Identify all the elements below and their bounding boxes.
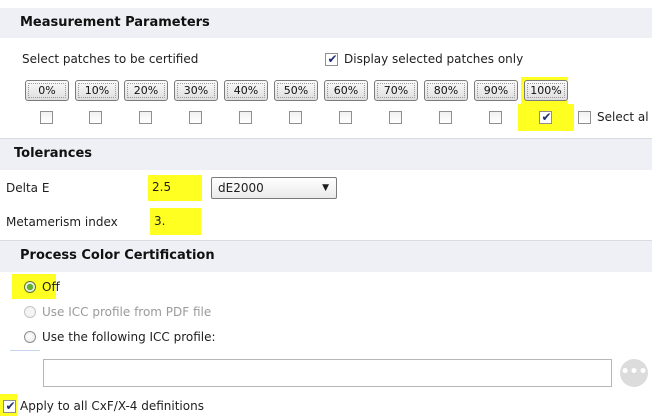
apply-all-checkbox[interactable]: ✔	[3, 399, 16, 413]
delta-e-method-value: dE2000	[218, 181, 264, 195]
icc-profile-path-input[interactable]	[43, 359, 612, 387]
patch-button-100[interactable]: 100%	[524, 80, 568, 101]
patch-checkbox-10[interactable]	[89, 111, 102, 124]
metamerism-input[interactable]: 3.	[154, 214, 165, 228]
select-patches-label: Select patches to be certified	[22, 52, 199, 66]
patch-checkbox-100[interactable]: ✔	[539, 110, 552, 124]
apply-all-label: Apply to all CxF/X-4 definitions	[20, 399, 204, 413]
patch-checkbox-20[interactable]	[139, 111, 152, 124]
ellipsis-icon[interactable]: •••	[620, 359, 648, 387]
patch-button-50[interactable]: 50%	[274, 80, 318, 101]
patch-checkbox-40[interactable]	[239, 111, 252, 124]
tolerances-title: Tolerances	[14, 146, 93, 161]
display-selected-checkbox[interactable]: ✔	[325, 52, 338, 66]
process-section-header: Process Color Certification	[0, 240, 652, 272]
radio-use-pdf-profile-label: Use ICC profile from PDF file	[42, 305, 212, 319]
chevron-down-icon: ▼	[322, 183, 329, 193]
radio-use-following-profile-label: Use the following ICC profile:	[42, 330, 216, 344]
patch-button-70[interactable]: 70%	[374, 80, 418, 101]
display-selected-label: Display selected patches only	[344, 52, 524, 66]
patch-button-10[interactable]: 10%	[75, 80, 119, 101]
select-all-label: Select al	[597, 110, 649, 124]
radio-off-label: Off	[42, 280, 60, 294]
delta-e-label: Delta E	[6, 181, 50, 195]
group-divider	[10, 350, 40, 351]
patch-button-90[interactable]: 90%	[474, 80, 518, 101]
patch-button-80[interactable]: 80%	[424, 80, 468, 101]
patch-button-30[interactable]: 30%	[174, 80, 218, 101]
radio-use-pdf-profile[interactable]	[24, 306, 36, 318]
process-title: Process Color Certification	[20, 248, 215, 263]
patch-button-20[interactable]: 20%	[124, 80, 168, 101]
metamerism-label: Metamerism index	[6, 215, 118, 229]
radio-use-following-profile[interactable]	[24, 331, 36, 343]
delta-e-method-select[interactable]: dE2000 ▼	[211, 177, 337, 199]
patch-checkbox-60[interactable]	[339, 111, 352, 124]
patch-checkbox-80[interactable]	[439, 111, 452, 124]
patch-checkbox-30[interactable]	[189, 111, 202, 124]
patch-checkbox-70[interactable]	[389, 111, 402, 124]
tolerances-section-header: Tolerances	[0, 138, 652, 170]
patch-button-40[interactable]: 40%	[224, 80, 268, 101]
delta-e-input[interactable]: 2.5	[152, 180, 171, 194]
radio-off[interactable]	[24, 281, 36, 293]
patch-button-0[interactable]: 0%	[25, 80, 69, 101]
patch-checkbox-0[interactable]	[40, 111, 53, 124]
patch-button-60[interactable]: 60%	[324, 80, 368, 101]
measurement-title: Measurement Parameters	[20, 15, 210, 30]
measurement-section-header: Measurement Parameters	[0, 8, 652, 38]
patch-checkbox-90[interactable]	[489, 111, 502, 124]
select-all-checkbox[interactable]	[578, 111, 591, 124]
patch-checkbox-50[interactable]	[289, 111, 302, 124]
